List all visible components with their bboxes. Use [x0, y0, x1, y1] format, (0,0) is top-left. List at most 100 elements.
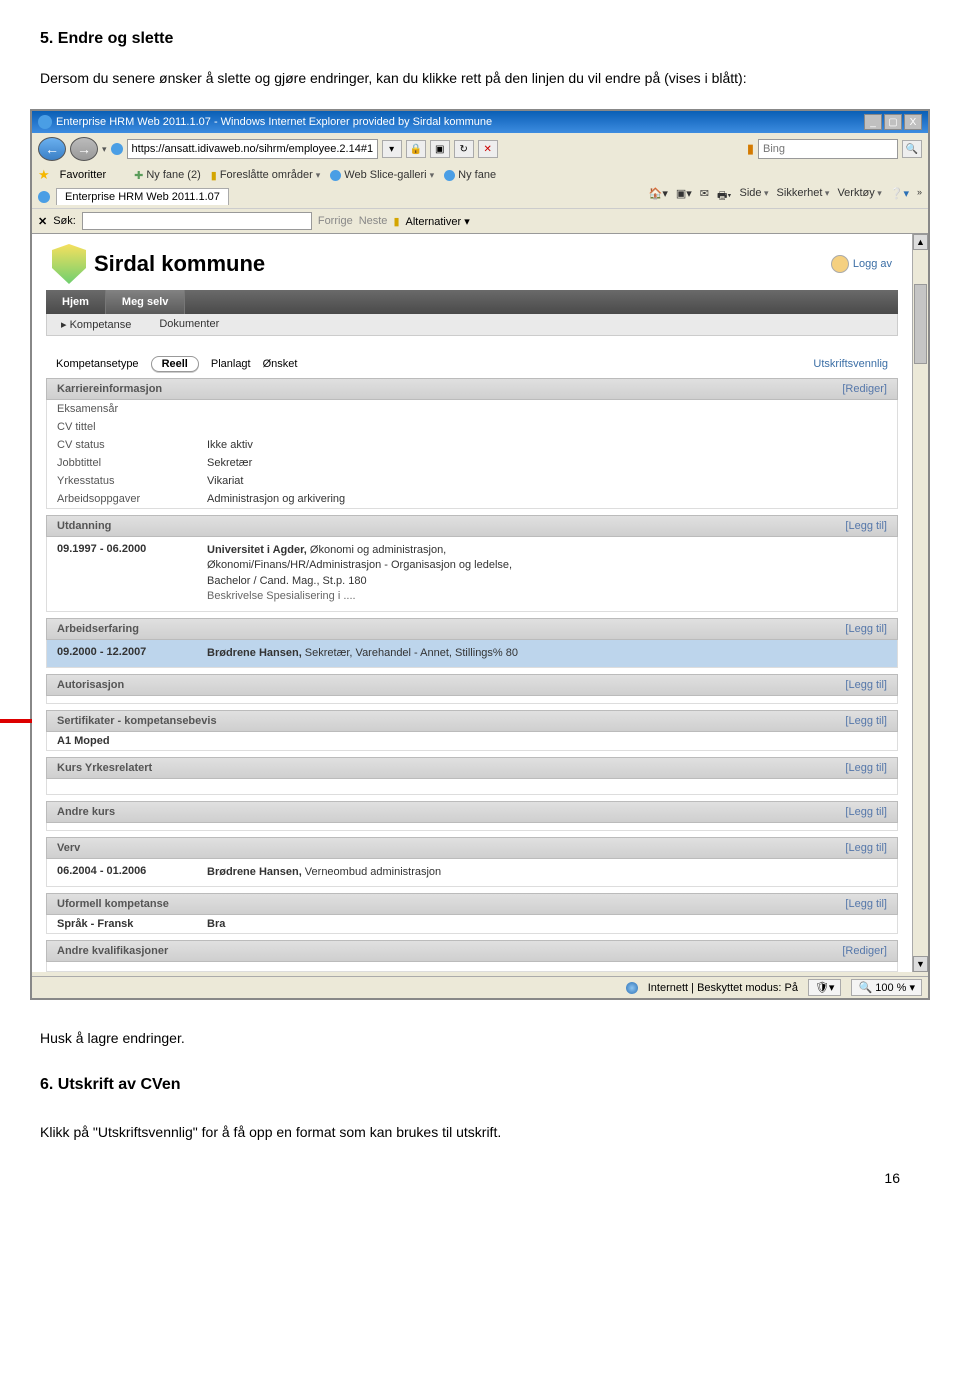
- andrekurs-leggtil-link[interactable]: [Legg til]: [845, 806, 887, 818]
- tool-sikkerhet[interactable]: Sikkerhet: [777, 187, 830, 206]
- home-icon[interactable]: 🏠▾: [649, 187, 668, 206]
- find-next-button[interactable]: Neste: [359, 215, 388, 227]
- utdanning-entry[interactable]: 09.1997 - 06.2000 Universitet i Agder, Ø…: [47, 537, 897, 611]
- bing-icon: ▮: [747, 141, 754, 157]
- section-uformell-header: Uformell kompetanse [Legg til]: [46, 893, 898, 915]
- subnav-kompetanse[interactable]: ▸ Kompetanse: [47, 314, 145, 335]
- minimize-button[interactable]: _: [864, 114, 882, 130]
- andrekval-rediger-link[interactable]: [Rediger]: [842, 945, 887, 957]
- kursyrk-leggtil-link[interactable]: [Legg til]: [845, 762, 887, 774]
- section-verv-header: Verv [Legg til]: [46, 837, 898, 859]
- print-friendly-link[interactable]: Utskriftsvennlig: [813, 358, 888, 370]
- search-go-button[interactable]: 🔍: [902, 140, 922, 158]
- section-autorisasjon-body: [46, 696, 898, 704]
- refresh-button[interactable]: ↻: [454, 140, 474, 158]
- find-prev-button[interactable]: Forrige: [318, 215, 353, 227]
- favorites-star-icon[interactable]: ★: [38, 167, 50, 183]
- section-utdanning-header: Utdanning [Legg til]: [46, 515, 898, 537]
- ie-icon: [38, 115, 52, 129]
- subnav-dokumenter[interactable]: Dokumenter: [145, 314, 233, 335]
- kompetansetype-planlagt[interactable]: Planlagt: [211, 358, 251, 370]
- k-eksamensar: Eksamensår: [57, 403, 207, 415]
- print-icon[interactable]: 🖶▾: [717, 187, 731, 206]
- section-autorisasjon-header: Autorisasjon [Legg til]: [46, 674, 898, 696]
- browser-tab[interactable]: Enterprise HRM Web 2011.1.07: [56, 188, 229, 205]
- stop-button[interactable]: ✕: [478, 140, 498, 158]
- section-karriere-body: Eksamensår CV tittel CV statusIkke aktiv…: [46, 400, 898, 509]
- tab-favicon-icon: [38, 191, 50, 203]
- utdanning-leggtil-link[interactable]: [Legg til]: [845, 520, 887, 532]
- forward-button[interactable]: →: [70, 137, 98, 161]
- k-yrkesstatus: Yrkesstatus: [57, 475, 207, 487]
- search-input[interactable]: [758, 139, 898, 159]
- section-utdanning-body: 09.1997 - 06.2000 Universitet i Agder, Ø…: [46, 537, 898, 612]
- sertifikat-entry[interactable]: A1 Moped: [47, 732, 897, 750]
- find-label: Søk:: [53, 215, 76, 227]
- close-button[interactable]: X: [904, 114, 922, 130]
- site-title: Sirdal kommune: [94, 251, 265, 277]
- autorisasjon-leggtil-link[interactable]: [Legg til]: [845, 679, 887, 691]
- nav-row: ← → ▾ ▾ 🔒 ▣ ↻ ✕ ▮ 🔍: [32, 133, 928, 165]
- user-icon: [831, 255, 849, 273]
- section-andrekurs-header: Andre kurs [Legg til]: [46, 801, 898, 823]
- back-button[interactable]: ←: [38, 137, 66, 161]
- close-find-button[interactable]: ✕: [38, 215, 47, 228]
- fav-item-foreslatte[interactable]: ▮Foreslåtte områder: [211, 169, 321, 182]
- page-number: 16: [0, 1170, 900, 1186]
- nav-meg-selv[interactable]: Meg selv: [106, 290, 185, 314]
- find-input[interactable]: [82, 212, 312, 230]
- section-andrekval-header: Andre kvalifikasjoner [Rediger]: [46, 940, 898, 962]
- kompetansetype-row: Kompetansetype Reell Planlagt Ønsket Uts…: [46, 350, 898, 378]
- window-title: Enterprise HRM Web 2011.1.07 - Windows I…: [56, 116, 492, 128]
- scrollbar[interactable]: ▲ ▼: [912, 234, 928, 972]
- arbeid-entry-highlighted[interactable]: 09.2000 - 12.2007 Brødrene Hansen, Sekre…: [47, 640, 897, 667]
- section-kursyrk-body: [46, 779, 898, 795]
- uformell-entry[interactable]: Språk - Fransk Bra: [47, 915, 897, 933]
- main-nav: Hjem Meg selv: [46, 290, 898, 314]
- arbeid-leggtil-link[interactable]: [Legg til]: [845, 623, 887, 635]
- section-andrekval-body: [46, 962, 898, 972]
- highlight-icon[interactable]: ▮: [393, 215, 399, 228]
- lock-icon: 🔒: [406, 140, 426, 158]
- mail-icon[interactable]: ✉: [700, 187, 709, 206]
- dropdown-icon[interactable]: ▾: [102, 144, 107, 155]
- address-input[interactable]: [127, 139, 378, 159]
- maximize-button[interactable]: ▢: [884, 114, 902, 130]
- kompetansetype-onsket[interactable]: Ønsket: [263, 358, 298, 370]
- nav-hjem[interactable]: Hjem: [46, 290, 106, 314]
- fav-item-webslice[interactable]: Web Slice-galleri: [330, 169, 434, 181]
- logoff-link[interactable]: Logg av: [831, 255, 892, 273]
- doc-heading-6: 6. Utskrift av CVen: [40, 1076, 960, 1094]
- shield-logo-icon: [52, 244, 86, 284]
- verv-entry[interactable]: 06.2004 - 01.2006 Brødrene Hansen, Verne…: [47, 859, 897, 886]
- scroll-down-button[interactable]: ▼: [913, 956, 928, 972]
- zoom-control[interactable]: 🔍 100 % ▾: [851, 979, 922, 996]
- section-uformell-body: Språk - Fransk Bra: [46, 915, 898, 934]
- kompetansetype-reell[interactable]: Reell: [151, 356, 199, 372]
- verv-leggtil-link[interactable]: [Legg til]: [845, 842, 887, 854]
- page-icon: [111, 143, 123, 155]
- addr-dropdown-icon[interactable]: ▾: [382, 140, 402, 158]
- kompetansetype-label: Kompetansetype: [56, 358, 139, 370]
- uformell-leggtil-link[interactable]: [Legg til]: [845, 898, 887, 910]
- tool-side[interactable]: Side: [739, 187, 768, 206]
- expand-icon[interactable]: »: [917, 187, 922, 206]
- fav-item-nyfane[interactable]: Ny fane: [444, 169, 496, 181]
- k-cvtittel: CV tittel: [57, 421, 207, 433]
- feeds-icon[interactable]: ▣▾: [676, 187, 692, 206]
- sub-nav: ▸ Kompetanse Dokumenter: [46, 314, 898, 336]
- scroll-up-button[interactable]: ▲: [913, 234, 928, 250]
- scroll-thumb[interactable]: [914, 284, 927, 364]
- protected-mode-icon[interactable]: 🛡▾: [808, 979, 842, 996]
- help-icon[interactable]: ❔▾: [890, 187, 909, 206]
- favorites-label[interactable]: Favoritter: [60, 169, 106, 181]
- favorites-bar: ★ Favoritter ✚Ny fane (2) ▮Foreslåtte om…: [32, 165, 928, 185]
- find-options-button[interactable]: Alternativer ▾: [406, 215, 470, 228]
- compat-icon[interactable]: ▣: [430, 140, 450, 158]
- karriere-rediger-link[interactable]: [Rediger]: [842, 383, 887, 395]
- sertifikater-leggtil-link[interactable]: [Legg til]: [845, 715, 887, 727]
- tool-verktoy[interactable]: Verktøy: [837, 187, 881, 206]
- doc-intro: Dersom du senere ønsker å slette og gjør…: [40, 68, 920, 89]
- find-bar: ✕ Søk: Forrige Neste ▮ Alternativer ▾: [32, 208, 928, 233]
- fav-item-nyfane2[interactable]: ✚Ny fane (2): [134, 169, 201, 182]
